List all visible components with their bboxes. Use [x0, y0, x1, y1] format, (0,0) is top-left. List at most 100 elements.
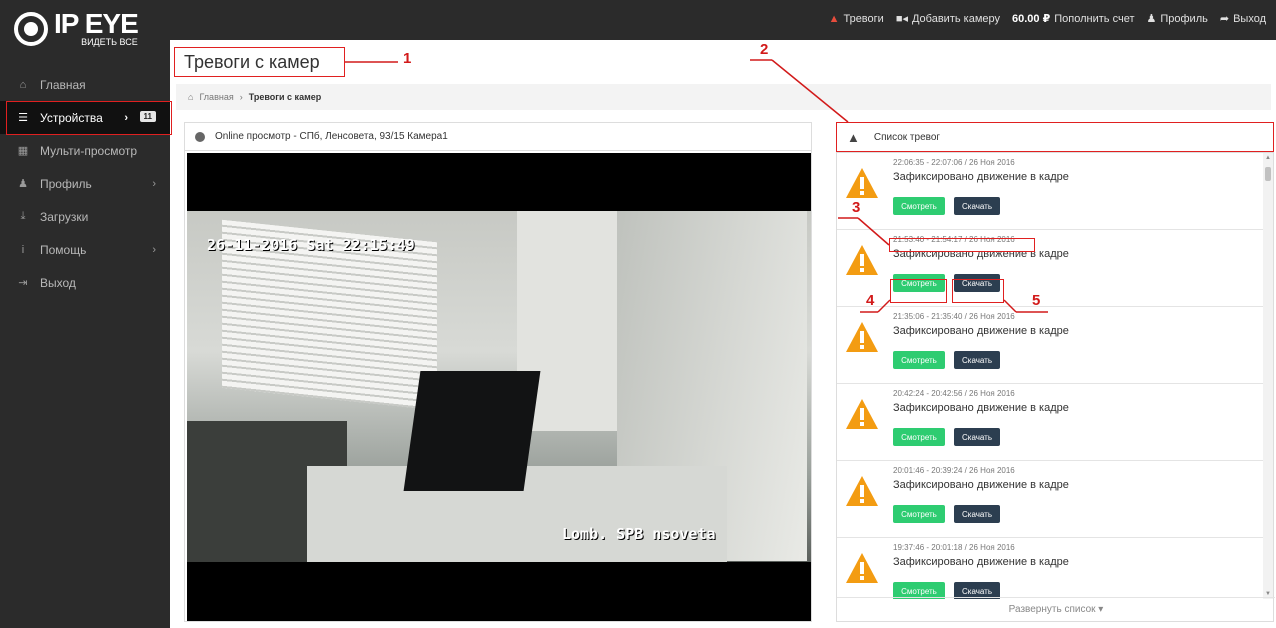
warning-icon: ▲ [847, 130, 860, 145]
sidebar-item-label: Мульти-просмотр [40, 143, 138, 158]
user-icon: ♟ [18, 178, 28, 190]
profile-label: Профиль [1160, 12, 1208, 25]
alarm-message: Зафиксировано движение в кадре [893, 479, 1069, 491]
alarm-item: 20:01:46 - 20:39:24 / 26 Ноя 2016 Зафикси… [837, 461, 1265, 538]
add-camera-label: Добавить камеру [911, 12, 1001, 25]
breadcrumb-current: Тревоги с камер [248, 92, 322, 102]
logout-icon: ⇥ [18, 277, 28, 289]
scrollbar[interactable]: ▲ ▼ [1263, 153, 1273, 599]
download-button[interactable]: Скачать [954, 197, 1000, 215]
view-button[interactable]: Смотреть [893, 505, 945, 523]
play-circle-icon[interactable] [195, 131, 205, 142]
alarm-time: 22:06:35 - 22:07:06 / 26 Ноя 2016 [893, 158, 1015, 167]
expand-list-link[interactable]: Развернуть список ▾ [837, 597, 1275, 621]
devices-count-badge: 11 [139, 111, 156, 122]
alarm-message: Зафиксировано движение в кадре [893, 556, 1069, 568]
video-panel-header: Online просмотр - СПб, Ленсовета, 93/15 … [185, 123, 811, 151]
warning-triangle-icon [846, 399, 878, 429]
sidebar-item-devices[interactable]: ☰ Устройства › 11 [0, 101, 170, 134]
download-button[interactable]: Скачать [954, 351, 1000, 369]
logo-text: IP EYE ВИДЕТЬ ВСЕ [54, 8, 139, 47]
alarm-list-panel: ▲ Список тревог 22:06:35 - 22:07:06 / 26… [836, 122, 1275, 622]
add-camera-link[interactable]: ■◂ Добавить камеру [895, 12, 1001, 26]
main-content: Тревоги с камер ⌂ Главная › Тревоги с ка… [176, 40, 1276, 628]
sidebar-item-logout[interactable]: ⇥ Выход [0, 266, 170, 299]
video-timestamp: 26-11-2016 Sat 22:15:49 [207, 236, 415, 254]
page-title: Тревоги с камер [184, 52, 320, 72]
top-bar: ▲ Тревоги ■◂ Добавить камеру 60.00 ₽ Поп… [0, 0, 1276, 40]
scrollbar-thumb[interactable] [1265, 167, 1271, 181]
view-button[interactable]: Смотреть [893, 197, 945, 215]
sidebar-item-label: Главная [40, 77, 86, 92]
alarm-time: 19:37:46 - 20:01:18 / 26 Ноя 2016 [893, 543, 1015, 552]
view-button[interactable]: Смотреть [893, 428, 945, 446]
logo[interactable]: IP EYE ВИДЕТЬ ВСЕ [14, 6, 164, 52]
breadcrumb-home[interactable]: Главная [199, 92, 233, 102]
breadcrumb-separator: › [239, 92, 243, 102]
sidebar-item-downloads[interactable]: ⤓ Загрузки [0, 200, 170, 233]
warning-triangle-icon [846, 476, 878, 506]
view-button[interactable]: Смотреть [893, 351, 945, 369]
alarm-panel-header: ▲ Список тревог [837, 123, 1273, 153]
camera-feed-image [187, 211, 811, 562]
alarm-time: 21:53:40 - 21:54:17 / 26 Ноя 2016 [893, 235, 1015, 244]
profile-link[interactable]: ♟ Профиль [1146, 12, 1208, 26]
alarm-item: 19:37:46 - 20:01:18 / 26 Ноя 2016 Зафикси… [837, 538, 1265, 599]
top-up-label: Пополнить счет [1054, 12, 1135, 25]
chevron-right-icon: › [152, 177, 156, 190]
top-nav: ▲ Тревоги ■◂ Добавить камеру 60.00 ₽ Поп… [829, 12, 1266, 26]
logo-tagline: ВИДЕТЬ ВСЕ [81, 37, 138, 47]
camera-icon: ■◂ [895, 13, 908, 25]
view-button[interactable]: Смотреть [893, 274, 945, 292]
alarm-message: Зафиксировано движение в кадре [893, 325, 1069, 337]
chevron-right-icon: › [152, 243, 156, 256]
alarm-panel-title: Список тревог [873, 132, 941, 143]
sidebar-item-profile[interactable]: ♟ Профиль › [0, 167, 170, 200]
alarm-time: 21:35:06 - 21:35:40 / 26 Ноя 2016 [893, 312, 1015, 321]
download-button[interactable]: Скачать [954, 274, 1000, 292]
list-icon: ☰ [18, 112, 28, 124]
grid-icon: ▦ [17, 145, 29, 157]
logo-brand: IP EYE [54, 8, 139, 39]
info-icon: i [21, 243, 25, 256]
sidebar-item-home[interactable]: ⌂ Главная [0, 68, 170, 101]
video-panel: Online просмотр - СПб, Ленсовета, 93/15 … [184, 122, 812, 622]
warning-triangle-icon [846, 553, 878, 583]
alarm-list: 22:06:35 - 22:07:06 / 26 Ноя 2016 Зафикси… [837, 153, 1265, 599]
alarm-item: 21:35:06 - 21:35:40 / 26 Ноя 2016 Зафикси… [837, 307, 1265, 384]
sidebar: ⌂ Главная ☰ Устройства › 11 ▦ Мульти-про… [0, 40, 170, 628]
alarm-item: 22:06:35 - 22:07:06 / 26 Ноя 2016 Зафикси… [837, 153, 1265, 230]
download-button[interactable]: Скачать [954, 505, 1000, 523]
warning-icon: ▲ [828, 12, 840, 25]
logout-label: Выход [1233, 12, 1266, 25]
annotation-number-1: 1 [403, 50, 412, 67]
alarms-link[interactable]: ▲ Тревоги [829, 13, 884, 25]
video-title: Online просмотр - СПб, Ленсовета, 93/15 … [215, 131, 448, 142]
warning-triangle-icon [846, 168, 878, 198]
alarms-label: Тревоги [843, 12, 884, 25]
annotation-number-5: 5 [1032, 292, 1041, 309]
sidebar-item-label: Выход [40, 275, 76, 290]
download-button[interactable]: Скачать [954, 428, 1000, 446]
alarm-item: 20:42:24 - 20:42:56 / 26 Ноя 2016 Зафикси… [837, 384, 1265, 461]
breadcrumb: ⌂ Главная › Тревоги с камер [176, 84, 1271, 110]
chevron-right-icon: › [124, 111, 128, 124]
video-player[interactable]: 26-11-2016 Sat 22:15:49 Lomb. SPB nsovet… [187, 153, 811, 621]
sidebar-item-help[interactable]: i Помощь › [0, 233, 170, 266]
top-up-link[interactable]: 60.00 ₽ Пополнить счет [1012, 12, 1135, 26]
balance-value: 60.00 ₽ [1012, 13, 1051, 25]
alarm-time: 20:01:46 - 20:39:24 / 26 Ноя 2016 [893, 466, 1015, 475]
video-location-overlay: Lomb. SPB nsoveta [562, 525, 716, 543]
warning-triangle-icon [846, 245, 878, 275]
home-icon: ⌂ [19, 78, 27, 91]
annotation-number-3: 3 [852, 199, 861, 216]
alarm-message: Зафиксировано движение в кадре [893, 171, 1069, 183]
sidebar-item-label: Помощь [40, 242, 87, 257]
user-icon: ♟ [1146, 13, 1157, 25]
scroll-up-icon[interactable]: ▲ [1265, 155, 1271, 161]
logout-link[interactable]: ➦ Выход [1220, 12, 1266, 26]
sidebar-item-label: Устройства [40, 110, 103, 125]
alarm-message: Зафиксировано движение в кадре [893, 402, 1069, 414]
download-icon: ⤓ [20, 210, 26, 222]
sidebar-item-multiview[interactable]: ▦ Мульти-просмотр [0, 134, 170, 167]
